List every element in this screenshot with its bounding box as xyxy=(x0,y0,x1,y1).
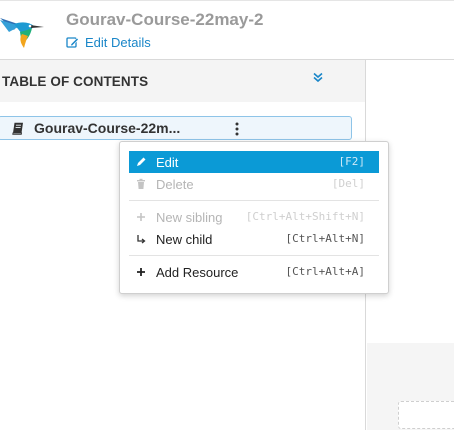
toc-item-course[interactable]: Gourav-Course-22m... xyxy=(0,116,352,140)
menu-item-delete[interactable]: Delete [Del] xyxy=(129,173,379,195)
toc-item-label: Gourav-Course-22m... xyxy=(34,120,181,136)
menu-separator xyxy=(129,200,379,201)
menu-item-label: Edit xyxy=(156,155,179,170)
course-header: Gourav-Course-22may-2 Edit Details xyxy=(0,0,454,60)
edit-details-link[interactable]: Edit Details xyxy=(66,35,151,50)
course-editor-page: Gourav-Course-22may-2 Edit Details TABLE… xyxy=(0,0,454,430)
toc-title: TABLE OF CONTENTS xyxy=(2,74,149,89)
menu-item-shortcut: [Del] xyxy=(331,177,365,190)
course-title: Gourav-Course-22may-2 xyxy=(66,10,264,29)
menu-item-shortcut: [Ctrl+Alt+Shift+N] xyxy=(245,210,365,223)
hummingbird-logo-icon xyxy=(0,18,44,48)
header-top-rule xyxy=(0,0,454,1)
menu-item-edit[interactable]: Edit [F2] xyxy=(129,151,379,173)
menu-item-new-child[interactable]: New child [Ctrl+Alt+N] xyxy=(129,228,379,250)
menu-item-add-resource[interactable]: Add Resource [Ctrl+Alt+A] xyxy=(129,261,379,283)
drop-zone[interactable] xyxy=(398,401,454,429)
menu-item-shortcut: [F2] xyxy=(338,155,366,168)
double-chevron-down-icon[interactable] xyxy=(311,71,325,85)
menu-item-label: Add Resource xyxy=(156,265,239,280)
edit-square-icon xyxy=(66,37,79,48)
plus-icon xyxy=(137,213,145,221)
menu-separator xyxy=(129,255,379,256)
child-arrow-icon xyxy=(137,235,146,244)
menu-item-label: New sibling xyxy=(156,210,223,225)
context-menu: Edit [F2] Delete [Del] New sibling [Ctrl… xyxy=(119,141,389,294)
menu-item-label: Delete xyxy=(156,177,194,192)
book-icon xyxy=(12,122,23,135)
menu-item-new-sibling[interactable]: New sibling [Ctrl+Alt+Shift+N] xyxy=(129,206,379,228)
menu-item-shortcut: [Ctrl+Alt+A] xyxy=(285,265,365,278)
toc-header: TABLE OF CONTENTS xyxy=(0,60,365,102)
kebab-menu-icon[interactable] xyxy=(235,122,239,136)
pencil-icon xyxy=(137,157,146,166)
menu-item-shortcut: [Ctrl+Alt+N] xyxy=(285,232,365,245)
trash-icon xyxy=(137,178,145,189)
edit-details-label: Edit Details xyxy=(85,35,151,50)
menu-item-label: New child xyxy=(156,232,213,247)
plus-icon xyxy=(137,268,145,276)
